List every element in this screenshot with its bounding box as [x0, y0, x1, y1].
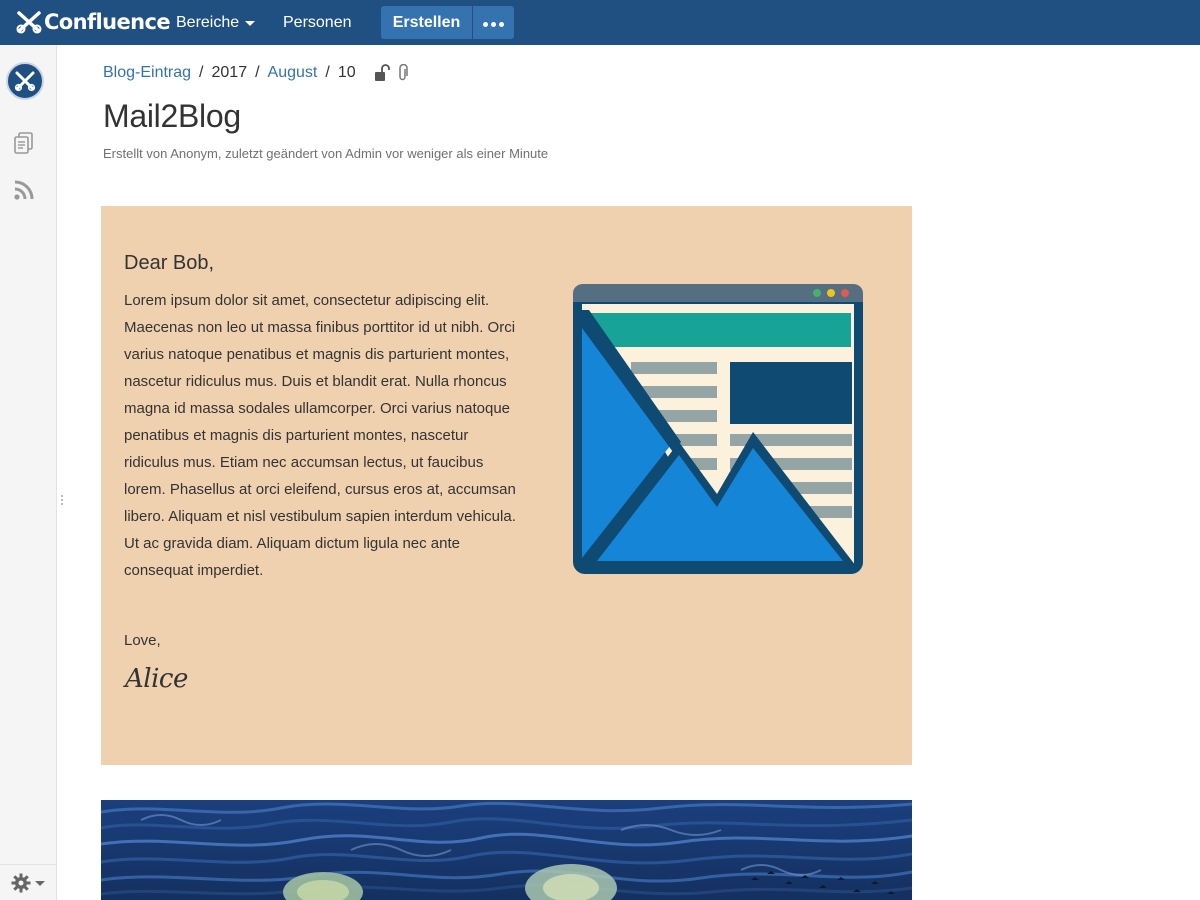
- gear-icon: [11, 873, 31, 892]
- create-more-button[interactable]: [473, 6, 514, 39]
- paperclip-icon[interactable]: [396, 64, 410, 82]
- page-metadata-icons: [374, 64, 410, 82]
- confluence-logo[interactable]: Confluence: [16, 8, 171, 36]
- logo-text: Confluence: [44, 10, 171, 34]
- confluence-logo-icon: [16, 11, 42, 34]
- sidebar-resize-handle[interactable]: [61, 495, 63, 507]
- breadcrumb-link-blog[interactable]: Blog-Eintrag: [103, 64, 191, 82]
- nav-people-link[interactable]: Personen: [283, 0, 352, 45]
- unlock-icon[interactable]: [374, 64, 390, 82]
- breadcrumb-separator: /: [255, 64, 260, 81]
- space-avatar[interactable]: [6, 62, 44, 100]
- chevron-down-icon: [245, 21, 256, 26]
- more-dots-icon: [482, 14, 506, 32]
- create-button[interactable]: Erstellen: [381, 6, 472, 39]
- space-logo-icon: [14, 71, 36, 92]
- page-title: Mail2Blog: [103, 98, 241, 134]
- breadcrumb: Blog-Eintrag / 2017 / August / 10: [103, 62, 410, 84]
- top-navigation-bar: Confluence Bereiche Personen Erstellen: [0, 0, 1200, 45]
- letter-body: Lorem ipsum dolor sit amet, consectetur …: [124, 292, 516, 579]
- blog-button[interactable]: [13, 179, 35, 206]
- page-byline: Erstellt von Anonym, zuletzt geändert vo…: [103, 146, 549, 161]
- pages-button[interactable]: [13, 131, 35, 160]
- nav-spaces-menu[interactable]: Bereiche: [176, 0, 256, 45]
- breadcrumb-day[interactable]: 10: [338, 64, 356, 82]
- nav-people-label: Personen: [283, 13, 352, 31]
- space-settings-button[interactable]: [0, 864, 56, 900]
- starry-night-image: [101, 800, 912, 900]
- blog-page-illustration: [573, 284, 863, 574]
- breadcrumb-year[interactable]: 2017: [212, 64, 248, 82]
- letter-section: Dear Bob, Lorem ipsum dolor sit amet, co…: [101, 206, 912, 765]
- create-button-label: Erstellen: [392, 13, 461, 31]
- pages-icon: [14, 132, 33, 154]
- letter-closing: Love,: [124, 632, 161, 649]
- painting-artwork: [101, 800, 912, 900]
- breadcrumb-separator: /: [199, 64, 204, 81]
- nav-spaces-label: Bereiche: [176, 13, 240, 31]
- breadcrumb-separator: /: [325, 64, 330, 81]
- breadcrumb-link-month[interactable]: August: [268, 64, 318, 82]
- chevron-down-icon: [35, 881, 45, 886]
- letter-salutation: Dear Bob,: [124, 252, 215, 274]
- space-sidebar: [0, 45, 57, 900]
- rss-icon: [14, 180, 34, 200]
- letter-signature: Alice: [125, 664, 188, 694]
